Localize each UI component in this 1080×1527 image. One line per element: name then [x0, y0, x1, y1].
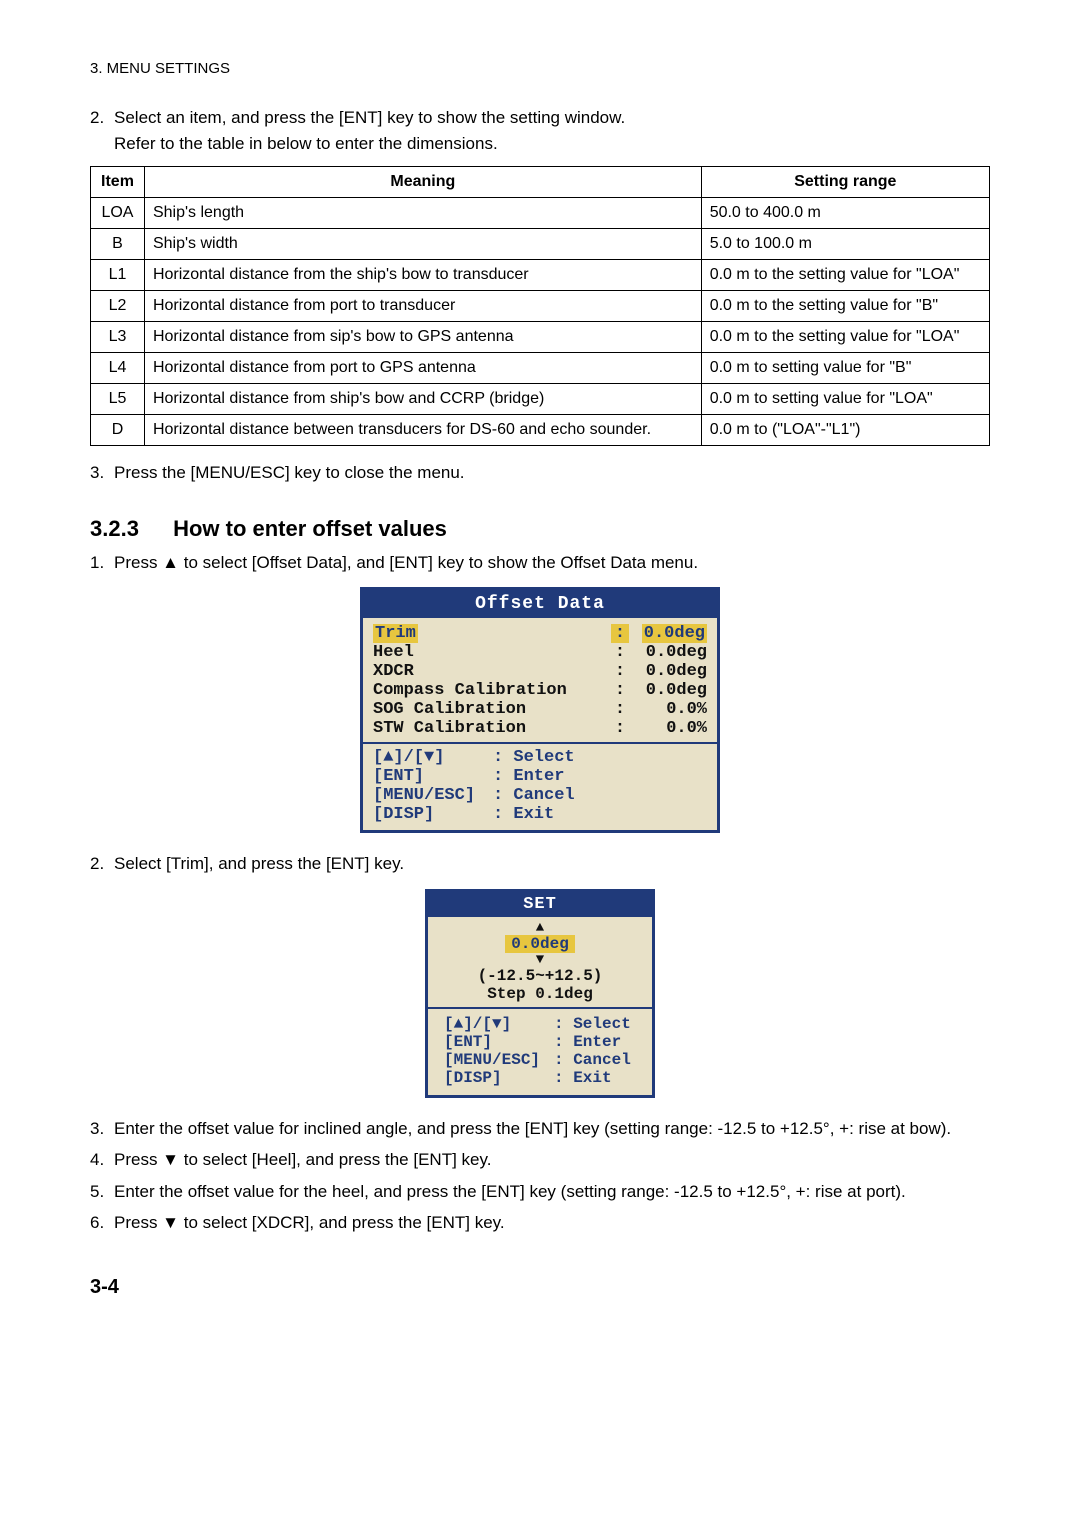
set-title: SET [428, 892, 652, 917]
set-step: Step 0.1deg [438, 985, 642, 1003]
table-row: DHorizontal distance between transducers… [91, 415, 990, 446]
section-num: 3.2.3 [90, 516, 139, 542]
table-row: L1Horizontal distance from the ship's bo… [91, 260, 990, 291]
step-b4: 4. Press ▼ to select [Heel], and press t… [90, 1147, 990, 1173]
step-3: 3. Press the [MENU/ESC] key to close the… [90, 460, 990, 486]
offset-legend: [▲]/[▼]: Select [ENT]: Enter [MENU/ESC]:… [373, 748, 707, 824]
table-row: L2Horizontal distance from port to trans… [91, 291, 990, 322]
offset-title: Offset Data [363, 590, 717, 618]
step-b3: 3. Enter the offset value for inclined a… [90, 1116, 990, 1142]
set-value: 0.0deg [505, 935, 575, 953]
th-range: Setting range [701, 167, 989, 198]
section-heading: 3.2.3 How to enter offset values [90, 516, 990, 542]
offset-row-compass: Compass Calibration: 0.0deg [373, 681, 707, 700]
step-2-line2: Refer to the table in below to enter the… [114, 134, 498, 153]
offset-row-xdcr: XDCR: 0.0deg [373, 662, 707, 681]
table-row: L4Horizontal distance from port to GPS a… [91, 353, 990, 384]
dimensions-table: Item Meaning Setting range LOAShip's len… [90, 166, 990, 446]
offset-row-heel: Heel: 0.0deg [373, 643, 707, 662]
down-arrow-icon: ▼ [438, 953, 642, 967]
step-b5: 5. Enter the offset value for the heel, … [90, 1179, 990, 1205]
step-2-line1: Select an item, and press the [ENT] key … [114, 108, 625, 127]
offset-row-stw: STW Calibration: 0.0% [373, 719, 707, 738]
up-arrow-icon: ▲ [438, 921, 642, 935]
step-3-text: Press the [MENU/ESC] key to close the me… [114, 460, 990, 486]
step-2: 2. Select an item, and press the [ENT] k… [90, 105, 990, 156]
table-row: L5Horizontal distance from ship's bow an… [91, 384, 990, 415]
offset-row-sog: SOG Calibration: 0.0% [373, 700, 707, 719]
page-number: 3-4 [90, 1276, 990, 1299]
chapter-header: 3. MENU SETTINGS [90, 60, 990, 77]
th-meaning: Meaning [144, 167, 701, 198]
set-legend: [▲]/[▼]: Select [ENT]: Enter [MENU/ESC]:… [438, 1013, 642, 1091]
offset-row-trim: Trim : 0.0deg [373, 624, 707, 643]
step-b1: 1. Press ▲ to select [Offset Data], and … [90, 550, 990, 576]
set-range: (-12.5~+12.5) [438, 967, 642, 985]
step-2-num: 2. [90, 105, 114, 156]
table-row: BShip's width5.0 to 100.0 m [91, 229, 990, 260]
set-screen: SET ▲ 0.0deg ▼ (-12.5~+12.5) Step 0.1deg… [425, 889, 655, 1098]
table-row: L3Horizontal distance from sip's bow to … [91, 322, 990, 353]
step-b6: 6. Press ▼ to select [XDCR], and press t… [90, 1210, 990, 1236]
step-b2: 2. Select [Trim], and press the [ENT] ke… [90, 851, 990, 877]
section-title: How to enter offset values [173, 516, 447, 541]
table-row: LOAShip's length50.0 to 400.0 m [91, 198, 990, 229]
offset-data-screen: Offset Data Trim : 0.0deg Heel: 0.0deg X… [360, 587, 720, 833]
th-item: Item [91, 167, 145, 198]
step-3-num: 3. [90, 460, 114, 486]
